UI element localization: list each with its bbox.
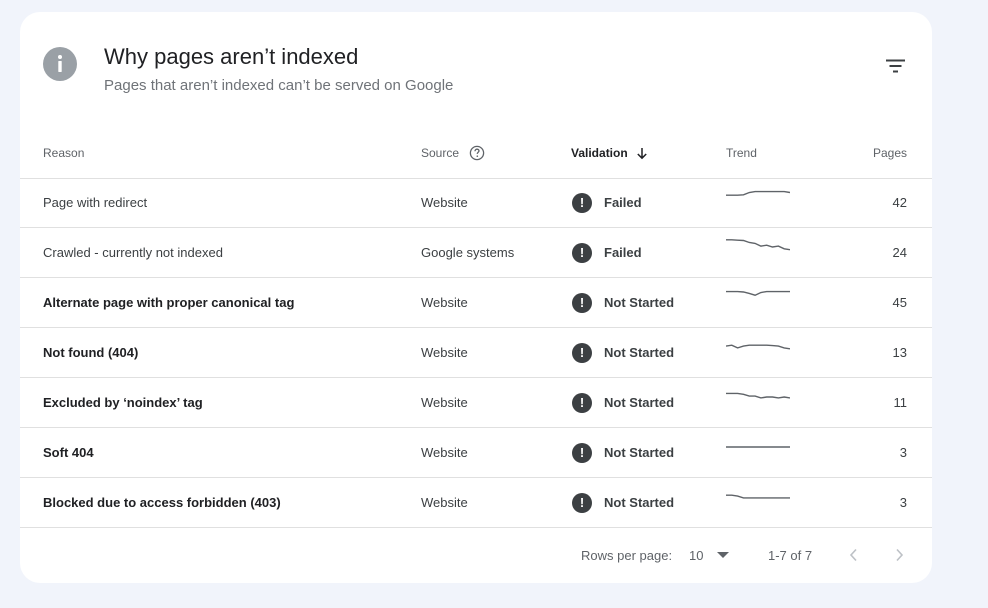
table-row[interactable]: Page with redirect Website! Failed 42 [20, 178, 932, 228]
pagination-range: 1-7 of 7 [768, 547, 813, 563]
table-footer: Rows per page: 10 1-7 of 7 [20, 535, 932, 575]
alert-icon: ! [572, 392, 592, 413]
reason-cell: Page with redirect [43, 195, 148, 210]
table-row[interactable]: Crawled - currently not indexed Google sy… [20, 228, 932, 278]
validation-cell: ! Not Started [572, 478, 674, 527]
card-header: Why pages aren’t indexed Pages that aren… [20, 12, 932, 112]
pages-count: 3 [899, 445, 907, 460]
source-cell: Website [421, 395, 468, 410]
help-icon[interactable] [469, 145, 485, 161]
alert-icon: ! [572, 442, 592, 463]
alert-icon: ! [572, 242, 592, 263]
validation-cell: ! Failed [572, 228, 642, 277]
pages-count: 3 [899, 495, 907, 510]
reason-cell: Not found (404) [43, 345, 139, 360]
next-page-button[interactable] [893, 535, 905, 575]
pages-count: 45 [892, 295, 907, 310]
column-header-reason[interactable]: Reason [43, 128, 84, 178]
table-row[interactable]: Soft 404 Website! Not Started 3 [20, 428, 932, 478]
card-subtitle: Pages that aren’t indexed can’t be serve… [104, 77, 454, 94]
column-header-source-label: Source [421, 146, 460, 160]
validation-status: Not Started [604, 445, 675, 460]
validation-cell: ! Not Started [572, 378, 674, 427]
trend-sparkline [726, 378, 790, 427]
filter-button[interactable] [880, 52, 912, 80]
source-cell: Website [421, 295, 468, 310]
alert-icon: ! [572, 342, 592, 363]
pages-count: 42 [892, 195, 907, 210]
rows-per-page-select[interactable]: 10 [689, 535, 730, 575]
alert-icon: ! [572, 192, 592, 213]
previous-page-button[interactable] [848, 535, 860, 575]
table-row[interactable]: Blocked due to access forbidden (403) Web… [20, 478, 932, 528]
chevron-right-icon [896, 548, 904, 562]
reason-cell: Alternate page with proper canonical tag [43, 295, 295, 310]
column-header-validation[interactable]: Validation [571, 128, 648, 178]
validation-status: Failed [604, 245, 642, 260]
pages-count: 13 [892, 345, 907, 360]
source-cell: Google systems [421, 245, 515, 260]
reason-cell: Crawled - currently not indexed [43, 245, 223, 260]
trend-sparkline [726, 428, 790, 477]
trend-sparkline [726, 478, 790, 527]
validation-status: Not Started [604, 345, 675, 360]
rows-per-page-value: 10 [689, 547, 704, 563]
source-cell: Website [421, 345, 468, 360]
source-cell: Website [421, 495, 468, 510]
alert-icon: ! [572, 292, 592, 313]
column-header-pages[interactable]: Pages [840, 128, 907, 178]
source-cell: Website [421, 195, 468, 210]
validation-cell: ! Not Started [572, 428, 674, 477]
validation-status: Failed [604, 195, 642, 210]
validation-status: Not Started [604, 495, 675, 510]
indexing-report-card: Why pages aren’t indexed Pages that aren… [20, 12, 932, 583]
trend-sparkline [726, 228, 790, 277]
info-icon [43, 47, 77, 81]
table-row[interactable]: Excluded by ‘noindex’ tag Website! Not Sta… [20, 378, 932, 428]
trend-sparkline [726, 278, 790, 327]
table-row[interactable]: Alternate page with proper canonical tag… [20, 278, 932, 328]
card-title: Why pages aren’t indexed [104, 44, 359, 69]
sort-arrow-down-icon [636, 147, 648, 160]
validation-status: Not Started [604, 295, 675, 310]
column-header-source[interactable]: Source [421, 128, 485, 178]
chevron-left-icon [849, 548, 857, 562]
column-header-validation-label: Validation [571, 146, 628, 160]
trend-sparkline [726, 178, 790, 227]
pages-count: 11 [893, 395, 908, 410]
alert-icon: ! [572, 492, 592, 513]
trend-sparkline [726, 328, 790, 377]
pages-count: 24 [892, 245, 907, 260]
validation-cell: ! Not Started [572, 328, 674, 377]
source-cell: Website [421, 445, 468, 460]
validation-status: Not Started [604, 395, 675, 410]
reason-cell: Excluded by ‘noindex’ tag [43, 395, 203, 410]
reason-cell: Soft 404 [43, 445, 94, 460]
table-header: Reason Source Validation Trend Pages [20, 128, 932, 179]
rows-per-page-label: Rows per page: [581, 547, 673, 563]
reason-cell: Blocked due to access forbidden (403) [43, 495, 281, 510]
table-row[interactable]: Not found (404) Website! Not Started 13 [20, 328, 932, 378]
column-header-trend: Trend [726, 146, 757, 160]
validation-cell: ! Not Started [572, 278, 674, 327]
filter-icon [886, 59, 905, 73]
dropdown-arrow-icon [717, 551, 730, 559]
validation-cell: ! Failed [572, 178, 642, 227]
